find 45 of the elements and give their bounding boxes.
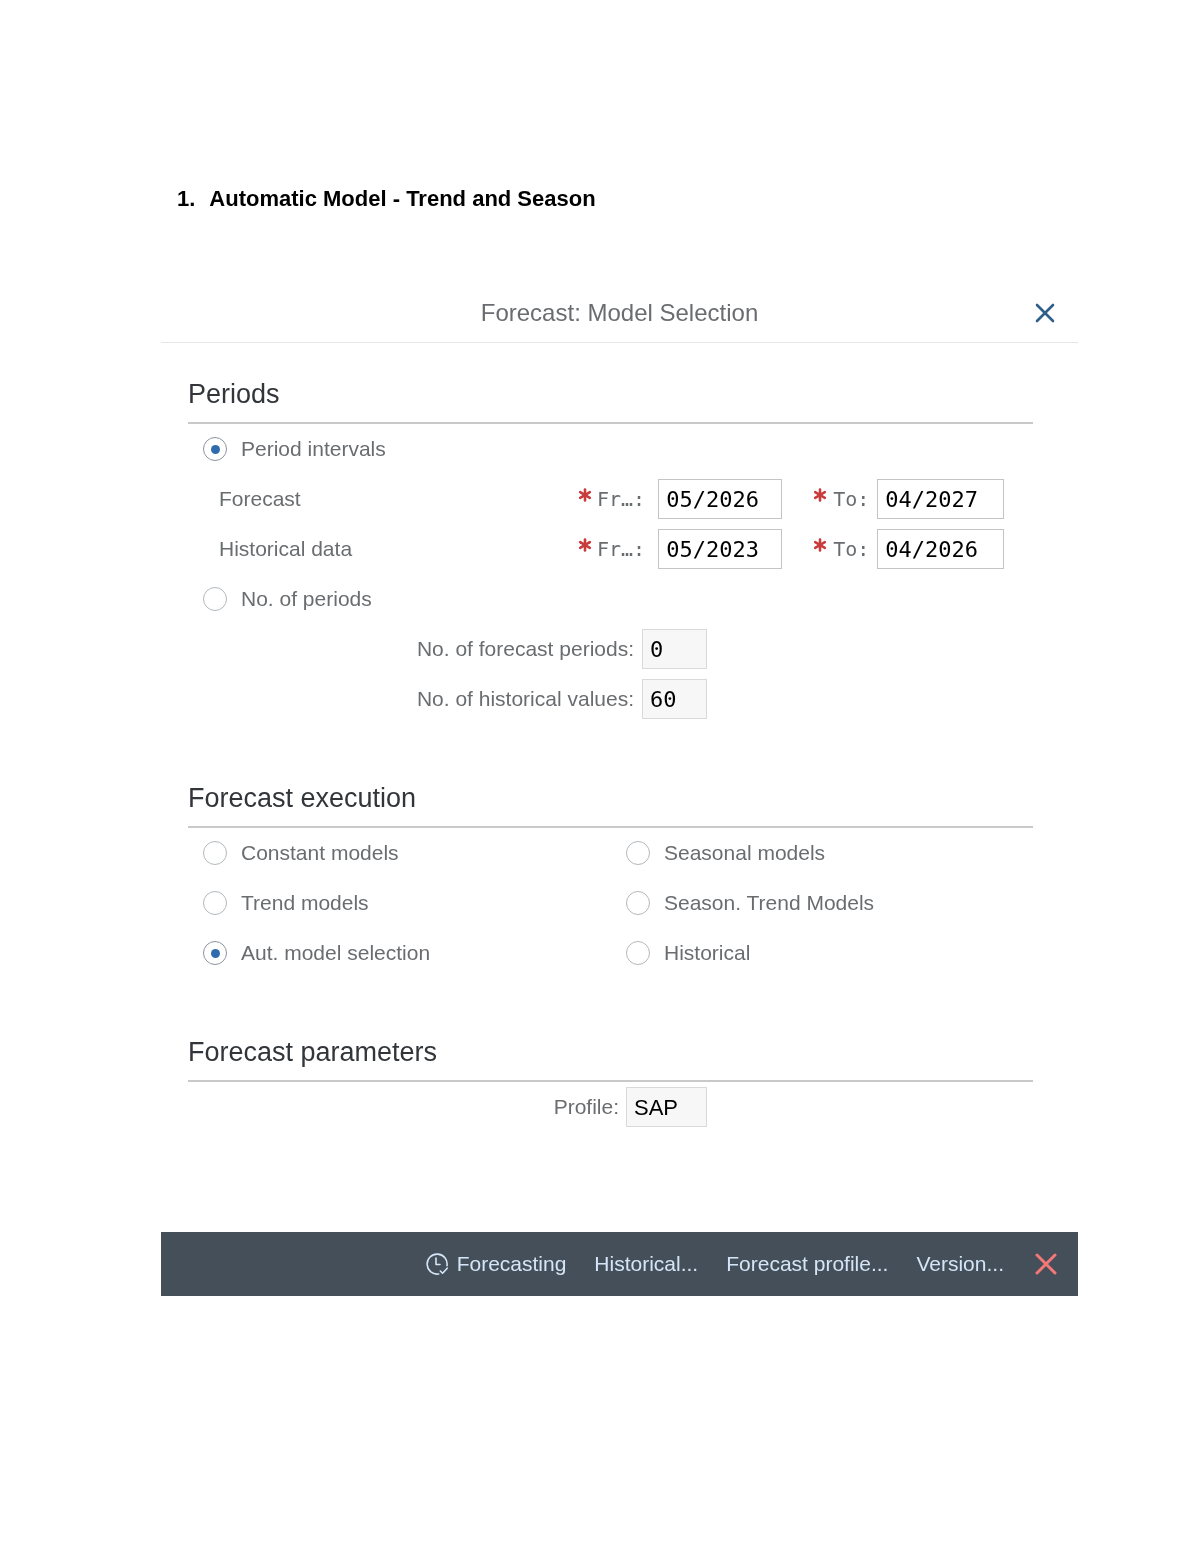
section-heading: Forecast parameters (188, 1037, 438, 1067)
radio-button[interactable] (203, 437, 227, 461)
number-field[interactable]: 60 (642, 679, 707, 719)
radio-label[interactable]: Season. Trend Models (664, 887, 875, 919)
field-label: Fr…: (597, 486, 646, 513)
number-field[interactable]: 0 (642, 629, 707, 669)
radio-button[interactable] (203, 587, 227, 611)
radio-label[interactable]: No. of periods (241, 583, 372, 615)
field-label: No. of historical values: (416, 686, 634, 713)
radio-button[interactable] (626, 891, 650, 915)
radio-button[interactable] (203, 841, 227, 865)
radio-label[interactable]: Seasonal models (664, 837, 826, 869)
field-label: Profile: (553, 1094, 619, 1121)
toolbar-button[interactable]: Historical... (580, 1242, 713, 1286)
section-heading: Periods (188, 379, 280, 409)
date-field[interactable]: 04/2026 (877, 529, 1005, 569)
radio-label[interactable]: Constant models (241, 837, 399, 869)
field-label: To: (833, 536, 870, 563)
text-field[interactable]: SAP (626, 1087, 707, 1127)
radio-button[interactable] (203, 891, 227, 915)
list-number: 1. (177, 184, 196, 213)
radio-label[interactable]: Historical (664, 937, 751, 969)
field-label: Historical data (219, 536, 354, 563)
date-field[interactable]: 04/2027 (877, 479, 1005, 519)
radio-label[interactable]: Aut. model selection (241, 937, 431, 969)
date-field[interactable]: 05/2026 (658, 479, 783, 519)
close-icon (1035, 302, 1055, 323)
radio-button[interactable] (626, 841, 650, 865)
field-label: No. of forecast periods: (416, 636, 634, 663)
radio-label[interactable]: Period intervals (241, 433, 386, 465)
radio-label[interactable]: Trend models (241, 887, 369, 919)
date-field[interactable]: 05/2023 (658, 529, 783, 569)
page-heading: Automatic Model - Trend and Season (209, 184, 596, 213)
field-label: Forecast (219, 486, 302, 513)
field-label: To: (833, 486, 870, 513)
radio-button[interactable] (626, 941, 650, 965)
section-heading: Forecast execution (188, 783, 417, 813)
toolbar-button[interactable]: Version... (902, 1242, 1018, 1286)
field-label: Fr…: (597, 536, 646, 563)
forecasting-button[interactable]: Forecasting (410, 1242, 581, 1286)
close-icon (1035, 1253, 1057, 1275)
radio-button[interactable] (203, 941, 227, 965)
clock-check-icon (424, 1252, 449, 1276)
dialog-title: Forecast: Model Selection (480, 297, 759, 328)
toolbar-button[interactable]: Forecast profile... (712, 1242, 903, 1286)
